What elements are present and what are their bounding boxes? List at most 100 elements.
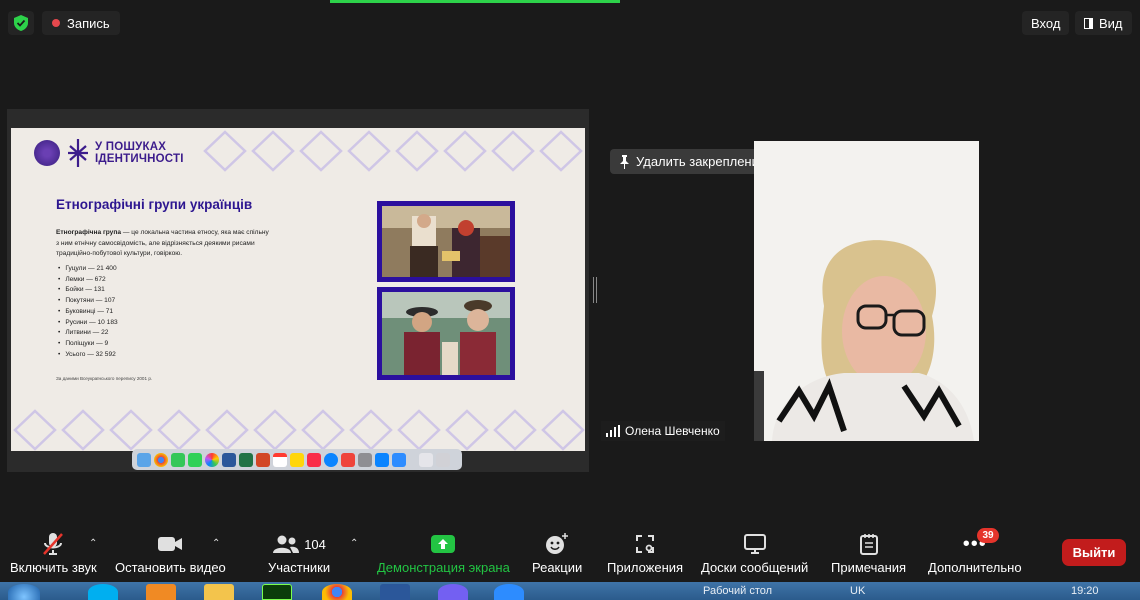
participant-video — [754, 141, 979, 441]
share-screen-icon — [431, 530, 456, 558]
dreamweaver-icon[interactable] — [262, 584, 292, 600]
music-icon[interactable] — [307, 452, 321, 467]
participant-name: Олена Шевченко — [625, 424, 720, 438]
list-item: Русини — 10 183 — [58, 318, 117, 329]
list-item: Лемки — 672 — [58, 275, 118, 286]
definition-term: Етнографічна група — [56, 229, 121, 236]
slide-title: Етнографічні групи українців — [56, 197, 253, 212]
definition-line1: — це локальна частина етносу, яка має сп… — [121, 229, 269, 236]
share-screen-label: Демонстрация экрана — [377, 560, 510, 575]
pin-icon — [620, 154, 629, 169]
view-label: Вид — [1099, 15, 1123, 31]
stop-video-label: Остановить видео — [115, 560, 226, 575]
audio-options-chevron-up-icon[interactable]: ⌃ — [89, 538, 97, 549]
appstore-icon[interactable] — [375, 452, 389, 467]
groups-list: Гуцули — 21 400 Лемки — 672 Бойки — 131 … — [58, 264, 118, 360]
chrome-taskbar-icon[interactable] — [322, 584, 352, 600]
video-options-chevron-up-icon[interactable]: ⌃ — [212, 538, 220, 549]
notes-label: Примечания — [831, 560, 907, 575]
excel-icon[interactable] — [239, 452, 253, 467]
security-shield-icon[interactable] — [8, 11, 34, 35]
calendar-icon[interactable] — [273, 452, 287, 467]
reactions-smiley-icon — [545, 530, 569, 558]
participants-label: Участники — [268, 560, 331, 575]
logo-text: У ПОШУКАХ ІДЕНТИЧНОСТІ — [95, 141, 184, 165]
windows-taskbar: Рабочий стол UK 19:20 — [0, 582, 1140, 600]
participants-icon: 104 — [272, 530, 326, 558]
logo-text-line1: У ПОШУКАХ — [95, 141, 167, 153]
signal-strength-icon — [606, 425, 620, 437]
anydesk-icon[interactable] — [341, 452, 355, 467]
notification-badge: 39 — [977, 528, 999, 543]
stop-video-button[interactable]: Остановить видео — [115, 530, 226, 580]
zoom-taskbar-icon[interactable] — [494, 584, 524, 600]
presentation-slide: У ПОШУКАХ ІДЕНТИЧНОСТІ Етнографічні груп… — [11, 128, 585, 451]
unmute-label: Включить звук — [10, 560, 97, 575]
sticky-app-icon[interactable] — [146, 584, 176, 600]
split-view-handle[interactable] — [593, 277, 597, 303]
word-icon[interactable] — [222, 452, 236, 467]
photos-icon[interactable] — [205, 452, 219, 467]
reactions-button[interactable]: Реакции — [532, 530, 582, 580]
word-taskbar-icon[interactable] — [380, 584, 410, 600]
start-button-icon[interactable] — [8, 584, 40, 600]
list-item: Гуцули — 21 400 — [58, 264, 118, 275]
whiteboards-button[interactable]: Доски сообщений — [701, 530, 808, 580]
clock[interactable]: 19:20 — [1071, 585, 1099, 597]
viber-icon[interactable] — [438, 584, 468, 600]
signin-button[interactable]: Вход — [1022, 11, 1070, 35]
participants-button[interactable]: 104 Участники — [268, 530, 330, 580]
safari-icon[interactable] — [324, 452, 338, 467]
language-indicator[interactable]: UK — [850, 585, 865, 597]
whiteboards-label: Доски сообщений — [701, 560, 809, 575]
list-item: Буковинці — 71 — [58, 307, 118, 318]
logo-text-line2: ІДЕНТИЧНОСТІ — [95, 153, 184, 165]
logo-circle-icon — [34, 140, 60, 166]
apps-icon — [635, 530, 655, 558]
macos-dock — [132, 449, 462, 470]
list-item: Поліщуки — 9 — [58, 339, 118, 350]
notes-icon[interactable] — [290, 452, 304, 467]
leave-button[interactable]: Выйти — [1062, 539, 1126, 566]
muted-mic-icon — [41, 530, 65, 558]
more-button[interactable]: ••• Дополнительно — [928, 530, 1022, 580]
notes-button[interactable]: Примечания — [831, 530, 906, 580]
notes-icon — [859, 530, 878, 558]
diamond-ornament-top — [203, 130, 583, 172]
view-button[interactable]: Вид — [1075, 11, 1132, 35]
participant-name-tag: Олена Шевченко — [601, 421, 725, 441]
apps-button[interactable]: Приложения — [607, 530, 683, 580]
list-item: Литвини — 22 — [58, 328, 118, 339]
unpin-button[interactable]: Удалить закрепление — [610, 149, 776, 174]
recording-indicator[interactable]: Запись — [42, 11, 120, 35]
share-screen-button[interactable]: Демонстрация экрана — [377, 530, 510, 580]
preview-icon[interactable] — [358, 452, 372, 467]
video-camera-icon — [157, 530, 183, 558]
photo-men-in-hats — [377, 287, 515, 380]
reactions-label: Реакции — [532, 560, 583, 575]
participants-options-chevron-up-icon[interactable]: ⌃ — [350, 538, 358, 549]
participants-count: 104 — [304, 536, 326, 552]
downloads-icon[interactable] — [419, 452, 433, 467]
powerpoint-icon[interactable] — [256, 452, 270, 467]
photo-hutsul-couple — [377, 201, 515, 282]
logo-mark-icon — [68, 139, 88, 167]
trash-icon[interactable] — [436, 452, 450, 467]
more-label: Дополнительно — [928, 560, 1022, 575]
finder-icon[interactable] — [137, 452, 151, 467]
view-grid-icon — [1084, 17, 1093, 29]
whiteboard-icon — [743, 530, 766, 558]
skype-icon[interactable] — [88, 584, 118, 600]
zoom-icon[interactable] — [392, 452, 406, 467]
unmute-button[interactable]: Включить звук — [10, 530, 97, 580]
facetime-icon[interactable] — [171, 452, 185, 467]
unpin-label: Удалить закрепление — [636, 154, 767, 169]
file-explorer-icon[interactable] — [204, 584, 234, 600]
desktop-label[interactable]: Рабочий стол — [703, 585, 772, 597]
list-item: Бойки — 131 — [58, 285, 118, 296]
messages-icon[interactable] — [188, 452, 202, 467]
chrome-icon[interactable] — [154, 452, 168, 467]
recording-dot-icon — [52, 19, 60, 27]
diamond-ornament-bottom — [13, 409, 585, 451]
list-item: Покутяни — 107 — [58, 296, 118, 307]
